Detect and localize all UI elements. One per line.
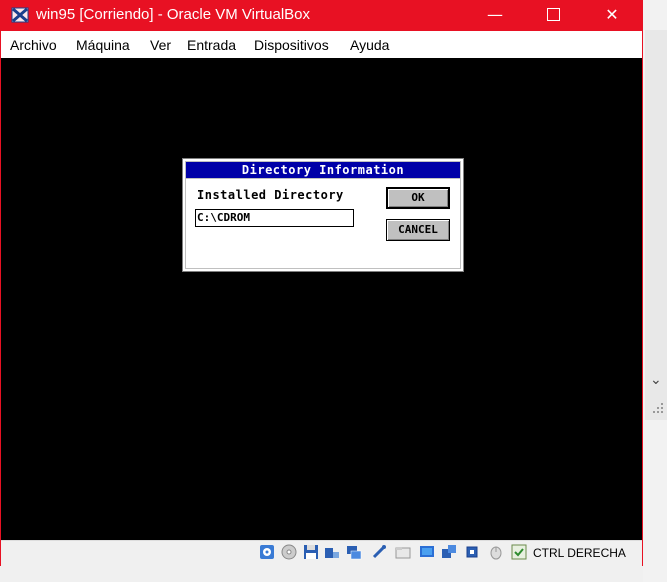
chevron-down-icon: ⌄ — [650, 372, 662, 388]
ok-button[interactable]: OK — [386, 187, 450, 209]
background-scrollbar — [645, 30, 667, 420]
cancel-button[interactable]: CANCEL — [386, 219, 450, 241]
directory-information-dialog: Directory Information Installed Director… — [183, 159, 463, 271]
shared-folders-icon[interactable] — [395, 544, 411, 560]
mouse-integration-icon[interactable] — [488, 544, 504, 560]
status-bar: CTRL DERECHA — [1, 540, 642, 566]
menu-dispositivos[interactable]: Dispositivos — [254, 37, 329, 53]
maximize-icon — [546, 7, 560, 21]
menu-entrada[interactable]: Entrada — [187, 37, 236, 53]
menu-bar: Archivo Máquina Ver Entrada Dispositivos… — [1, 31, 642, 58]
maximize-button[interactable] — [530, 0, 576, 31]
resize-grip-icon — [653, 403, 663, 413]
minimize-icon: — — [487, 5, 503, 24]
close-button[interactable]: ✕ — [589, 0, 635, 31]
virtualbox-app-icon[interactable] — [10, 5, 30, 25]
video-capture-icon[interactable] — [441, 544, 457, 560]
menu-ayuda[interactable]: Ayuda — [350, 37, 389, 53]
audio-icon[interactable] — [324, 544, 340, 560]
minimize-button[interactable]: — — [472, 0, 518, 31]
title-bar[interactable]: win95 [Corriendo] - Oracle VM VirtualBox… — [0, 0, 643, 31]
floppy-icon[interactable] — [303, 544, 319, 560]
window-title: win95 [Corriendo] - Oracle VM VirtualBox — [36, 6, 310, 23]
host-key-label: CTRL DERECHA — [533, 546, 626, 560]
host-key-icon[interactable] — [511, 544, 527, 560]
hard-disk-icon[interactable] — [259, 544, 275, 560]
vm-display[interactable]: Directory Information Installed Director… — [1, 58, 642, 540]
virtualbox-window: win95 [Corriendo] - Oracle VM VirtualBox… — [0, 0, 643, 566]
usb-icon[interactable] — [371, 544, 387, 560]
dialog-body: Installed Directory C:\CDROM OK CANCEL — [186, 179, 460, 268]
dialog-title: Directory Information — [186, 162, 460, 178]
close-icon: ✕ — [605, 5, 619, 24]
menu-archivo[interactable]: Archivo — [10, 37, 57, 53]
menu-ver[interactable]: Ver — [150, 37, 171, 53]
cpu-icon[interactable] — [464, 544, 480, 560]
display-icon[interactable] — [419, 544, 435, 560]
installed-directory-input[interactable]: C:\CDROM — [195, 209, 354, 227]
menu-maquina[interactable]: Máquina — [76, 37, 130, 53]
installed-directory-label: Installed Directory — [197, 188, 344, 202]
network-icon[interactable] — [346, 544, 362, 560]
optical-drive-icon[interactable] — [281, 544, 297, 560]
